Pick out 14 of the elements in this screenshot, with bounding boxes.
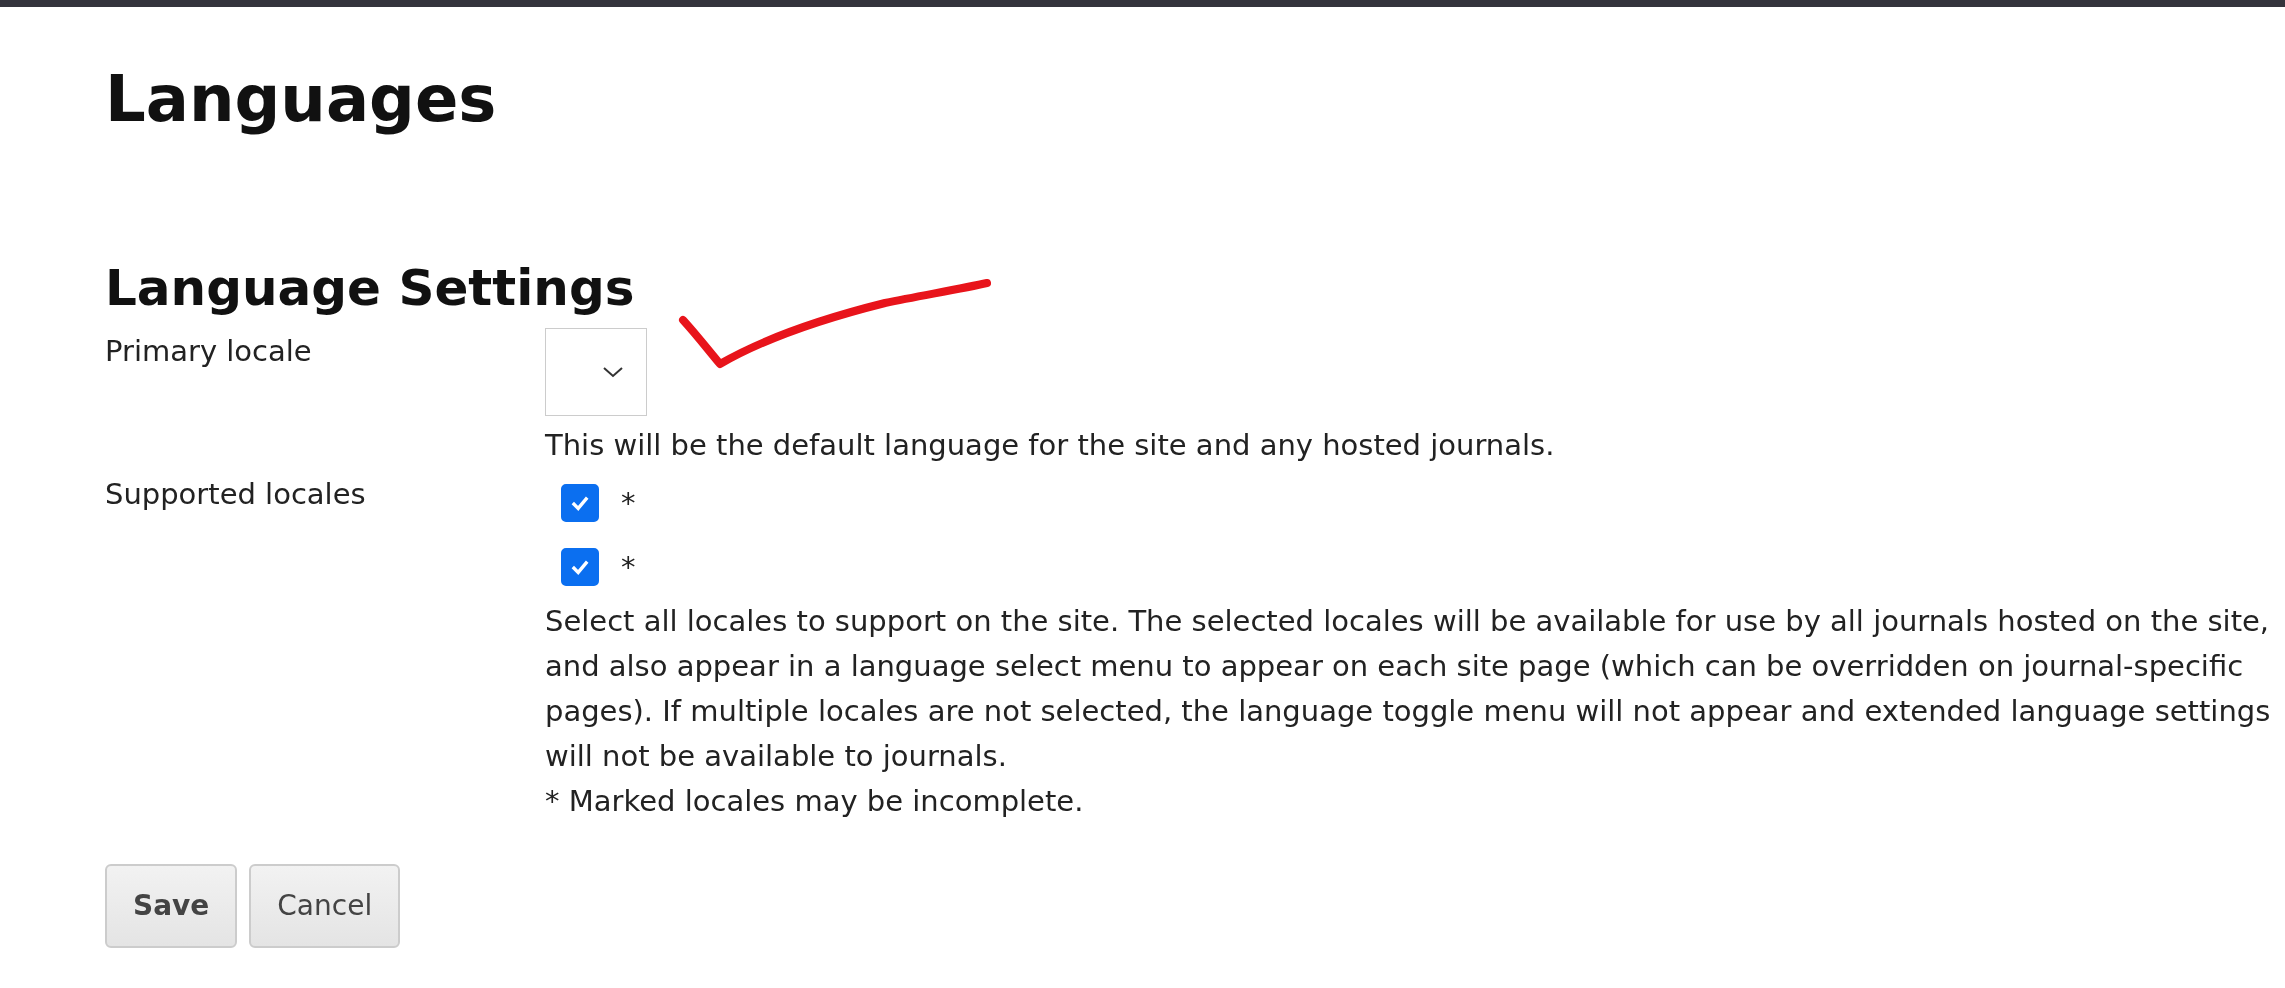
save-button[interactable]: Save [105, 864, 238, 948]
section-title: Language Settings [105, 257, 636, 318]
locale-checkbox[interactable] [561, 548, 599, 587]
locale-checkbox[interactable] [561, 484, 599, 523]
incomplete-marker: * [621, 550, 636, 585]
help-text: This will be the default language for the site and any hosted journals. [545, 426, 1555, 464]
field-label: Primary locale [105, 332, 313, 370]
note-text: * Marked locales may be incomplete. [545, 783, 1085, 821]
help-text: Select all locales to support on the site. The selected locales will be available for use by all journals hosted on the site, and also appear in a language select menu to appear on each site page (which can be overridden on journal-specific pages). If multiple locales are not selected, the language toggle menu will not appear and extended language settings will not be available to journals. [545, 603, 2272, 776]
cancel-button[interactable]: Cancel [249, 864, 401, 948]
incomplete-marker: * [621, 486, 636, 521]
page-title: Languages [105, 61, 498, 138]
chevron-down-icon [602, 364, 624, 379]
field-label: Supported locales [105, 476, 367, 514]
